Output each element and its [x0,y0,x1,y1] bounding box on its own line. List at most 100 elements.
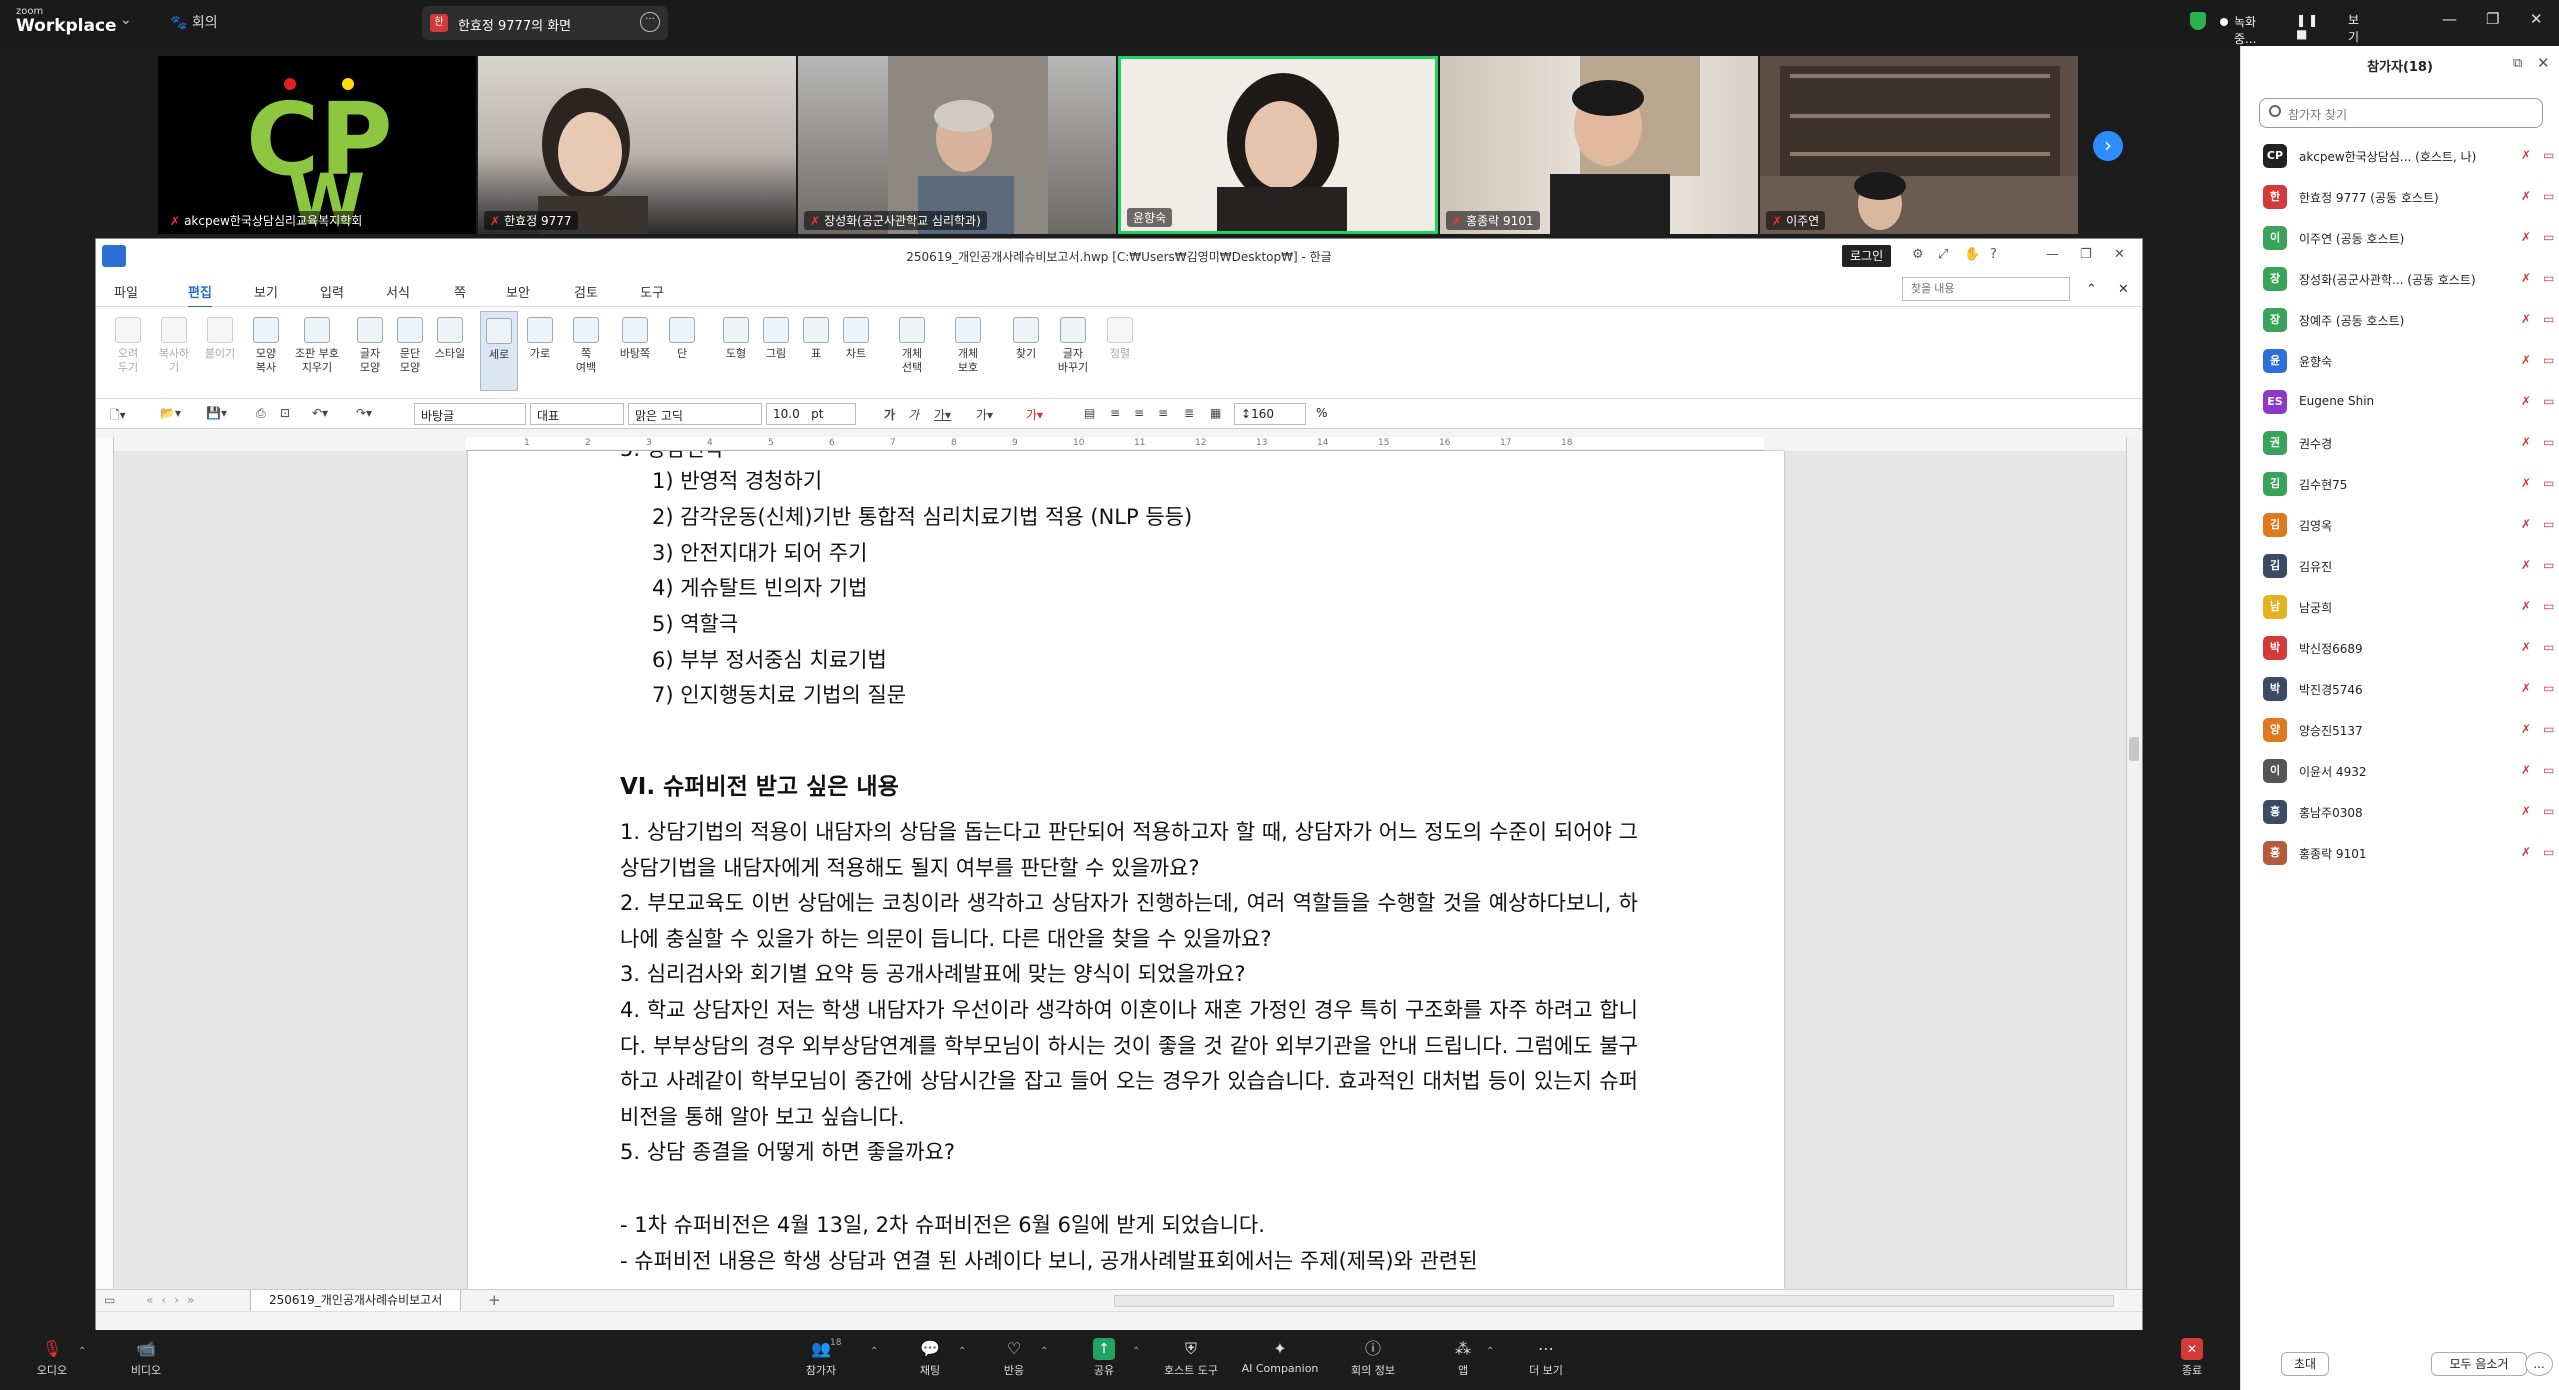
menu-page[interactable]: 쪽 [454,282,466,301]
char-shape-button[interactable]: 글자 모양 [350,317,390,375]
document-tab[interactable]: 250619_개인공개사례슈비보고서 [250,1290,462,1312]
participant-row[interactable]: 박 박진경5746 ✗ ▭ [2259,669,2554,709]
para-shape-button[interactable]: 문단 모양 [390,317,430,375]
audio-button[interactable]: 🎙 오디오 [32,1338,72,1378]
menu-review[interactable]: 검토 [574,282,598,301]
login-button[interactable]: 로그인 [1842,245,1892,267]
participant-row[interactable]: 이 이윤서 4932 ✗ ▭ [2259,751,2554,791]
participant-row[interactable]: 윤 윤향숙 ✗ ▭ [2259,341,2554,381]
mic-muted-icon[interactable]: ✗ [2521,640,2531,654]
ai-companion-button[interactable]: ✦ AI Companion [1238,1338,1322,1375]
video-off-icon[interactable]: ▭ [2543,558,2554,572]
video-off-icon[interactable]: ▭ [2543,435,2554,449]
video-off-icon[interactable]: ▭ [2543,722,2554,736]
participant-row[interactable]: 남 남궁희 ✗ ▭ [2259,587,2554,627]
select-object-button[interactable]: 개체 선택 [892,317,932,375]
video-off-icon[interactable]: ▭ [2543,763,2554,777]
participants-caret[interactable]: ⌃ [870,1346,878,1357]
align-center-icon[interactable]: ≡ [1134,406,1144,420]
distribute-icon[interactable]: ≣ [1184,406,1194,420]
restore-icon[interactable]: ❐ [2486,10,2499,28]
align-left-icon[interactable]: ≡ [1110,406,1120,420]
video-tile-active-speaker[interactable]: 윤향숙 [1118,56,1438,234]
scroll-thumb[interactable] [2129,737,2139,761]
participant-row[interactable]: 양 양승진5137 ✗ ▭ [2259,710,2554,750]
menu-view[interactable]: 보기 [254,282,278,301]
mic-muted-icon[interactable]: ✗ [2521,558,2531,572]
expand-icon[interactable]: ⤢ [1938,247,1948,262]
video-off-icon[interactable]: ▭ [2543,599,2554,613]
language-select[interactable]: 대표 [530,403,624,425]
mic-muted-icon[interactable]: ✗ [2521,517,2531,531]
add-tab-icon[interactable]: + [488,1291,501,1309]
participant-row[interactable]: 박 박신정6689 ✗ ▭ [2259,628,2554,668]
video-off-icon[interactable]: ▭ [2543,189,2554,203]
video-off-icon[interactable]: ▭ [2543,640,2554,654]
mic-muted-icon[interactable]: ✗ [2521,845,2531,859]
popout-icon[interactable]: ⧉ [2513,56,2522,71]
apps-button[interactable]: ⁂ 앱 [1448,1338,1478,1378]
minimize-icon[interactable]: — [2442,10,2457,28]
close-icon[interactable]: ✕ [2530,10,2543,28]
participant-row[interactable]: 홍 홍남주0308 ✗ ▭ [2259,792,2554,832]
participant-row[interactable]: 권 권수경 ✗ ▭ [2259,423,2554,463]
video-off-icon[interactable]: ▭ [2543,517,2554,531]
style-button[interactable]: 스타일 [430,317,470,361]
divide-icon[interactable]: ▦ [1210,406,1221,420]
participant-row[interactable]: ES Eugene Shin ✗ ▭ [2259,382,2554,422]
mic-muted-icon[interactable]: ✗ [2521,599,2531,613]
mic-muted-icon[interactable]: ✗ [2521,681,2531,695]
video-off-icon[interactable]: ▭ [2543,845,2554,859]
underline-icon[interactable]: 가▾ [934,406,951,423]
video-off-icon[interactable]: ▭ [2543,148,2554,162]
video-off-icon[interactable]: ▭ [2543,353,2554,367]
menu-file[interactable]: 파일 [114,282,138,301]
tab-list-icon[interactable]: ▭ [104,1293,115,1307]
video-tile[interactable]: ✗ 한효정 9777 [478,56,796,234]
line-spacing-input[interactable]: ↕160 [1234,403,1306,425]
meeting-menu[interactable]: 🐾 회의 [170,12,218,32]
preview-icon[interactable]: ⊡ [280,406,290,420]
undo-icon[interactable]: ↶▾ [312,406,328,420]
menu-tools[interactable]: 도구 [640,282,664,301]
more-options-button[interactable]: ... [2525,1352,2553,1376]
mic-muted-icon[interactable]: ✗ [2521,763,2531,777]
participant-row[interactable]: 이 이주연 (공동 호스트) ✗ ▭ [2259,218,2554,258]
minimize-icon[interactable]: — [2046,247,2059,262]
pause-recording-icon[interactable]: ❚❚ ■ [2296,13,2320,41]
vertical-scrollbar[interactable] [2126,437,2142,1289]
format-painter-button[interactable]: 모양 복사 [246,317,286,375]
line-spacing-unit[interactable]: % [1310,403,1350,425]
font-color-icon[interactable]: 가▾ [1026,406,1043,423]
new-doc-icon[interactable]: 🗋▾ [110,406,126,427]
horizontal-scrollbar[interactable] [1114,1295,2114,1307]
help-icon[interactable]: ? [1990,247,1997,262]
mic-muted-icon[interactable]: ✗ [2521,435,2531,449]
italic-icon[interactable]: 가 [908,406,919,423]
align-right-icon[interactable]: ≡ [1158,406,1168,420]
portrait-button[interactable]: 세로 [480,311,518,391]
table-button[interactable]: 표 [796,317,836,361]
close-icon[interactable]: ✕ [2114,247,2125,262]
collapse-ribbon-icon[interactable]: ⌃ [2086,282,2097,297]
find-button[interactable]: 찾기 [1006,317,1046,361]
participant-row[interactable]: 장 장예주 (공동 호스트) ✗ ▭ [2259,300,2554,340]
host-tools-button[interactable]: ⛨ 호스트 도구 [1160,1338,1222,1378]
chart-button[interactable]: 차트 [836,317,876,361]
strike-icon[interactable]: 가▾ [976,406,993,423]
mic-muted-icon[interactable]: ✗ [2521,394,2531,408]
mic-muted-icon[interactable]: ✗ [2521,353,2531,367]
reactions-caret[interactable]: ⌃ [1040,1346,1048,1357]
video-off-icon[interactable]: ▭ [2543,312,2554,326]
participant-row[interactable]: 한 한효정 9777 (공동 호스트) ✗ ▭ [2259,177,2554,217]
close-doc-icon[interactable]: ✕ [2118,282,2129,297]
video-button[interactable]: 📹 비디오 [124,1338,168,1378]
video-tile[interactable]: ✗ 홍종락 9101 [1440,56,1758,234]
save-icon[interactable]: 💾▾ [206,406,227,420]
video-off-icon[interactable]: ▭ [2543,804,2554,818]
video-tile[interactable]: CP W ✗ akcpew한국상담심리교육복지학회 [158,56,476,234]
participants-button[interactable]: 👥 18 참가자 [796,1338,846,1378]
participant-search-input[interactable]: 참가자 찾기 [2259,98,2543,128]
close-icon[interactable]: ✕ [2537,54,2550,72]
hand-icon[interactable]: ✋ [1964,247,1980,262]
